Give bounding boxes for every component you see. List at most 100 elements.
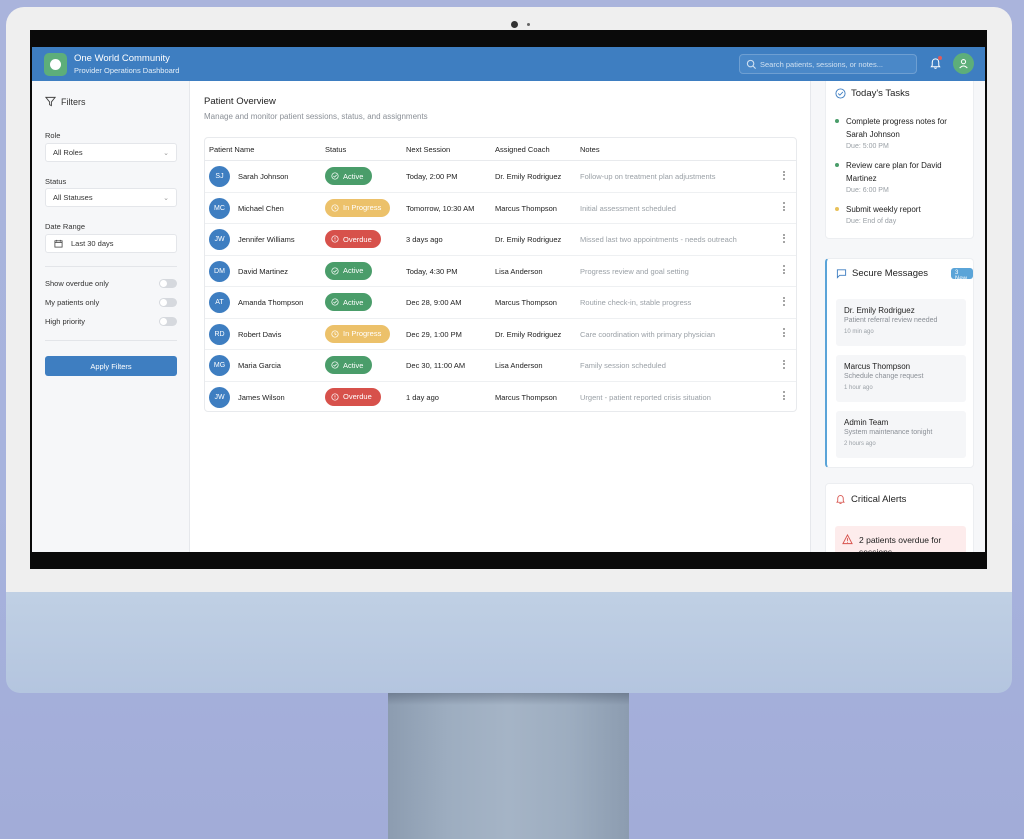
table-row[interactable]: AT Amanda Thompson Active Dec 28, 9:00 AM Ma… [205, 287, 796, 319]
status-select[interactable]: All Statuses ⌄ [45, 188, 177, 207]
page-subtitle: Manage and monitor patient sessions, sta… [204, 112, 428, 121]
apply-filters-button[interactable]: Apply Filters [45, 356, 177, 376]
assigned-coach: Dr. Emily Rodriguez [495, 172, 562, 181]
assigned-coach: Marcus Thompson [495, 392, 557, 402]
task-text: Review care plan for David Martinez [846, 161, 942, 183]
patient-avatar: MC [209, 197, 230, 219]
message-item[interactable]: Admin Team System maintenance tonight 2 ho… [836, 411, 966, 458]
chevron-down-icon: ⌄ [163, 149, 169, 157]
alert-item[interactable]: 2 patients overdue for sessions [835, 526, 966, 552]
column-header[interactable]: Patient Name [209, 145, 254, 154]
assigned-coach: Lisa Anderson [495, 361, 543, 370]
status-text: Overdue [343, 392, 372, 401]
task-item[interactable]: Submit weekly report Due: End of day [835, 203, 970, 227]
toggle-switch[interactable] [159, 298, 177, 307]
more-options-icon[interactable] [781, 327, 787, 339]
task-item[interactable]: Review care plan for David Martinez Due: … [835, 159, 970, 196]
task-status-dot [835, 119, 839, 123]
next-session: Dec 28, 9:00 AM [406, 298, 462, 307]
tasks-card: Today's Tasks Complete progress notes fo… [825, 81, 974, 239]
status-text: Overdue [343, 234, 372, 244]
filter-icon [45, 96, 56, 107]
message-item[interactable]: Marcus Thompson Schedule change request 1 … [836, 355, 966, 402]
notes-text: Routine check-in, stable progress [580, 298, 692, 307]
column-header[interactable]: Notes [580, 145, 600, 154]
patient-name[interactable]: Jennifer Williams [238, 235, 295, 244]
toggle-switch[interactable] [159, 317, 177, 326]
role-select[interactable]: All Roles ⌄ [45, 143, 177, 162]
next-session: 3 days ago [406, 235, 443, 244]
message-subject: Patient referral review needed [844, 317, 938, 324]
message-time: 10 min ago [844, 329, 874, 335]
patient-avatar: SJ [209, 166, 230, 187]
table-row[interactable]: JW Jennifer Williams Overdue 3 days ago Dr. … [205, 224, 796, 256]
table-row[interactable]: MG Maria Garcia Active Dec 30, 11:00 AM Lisa… [205, 350, 796, 382]
next-session: Today, 2:00 PM [406, 172, 458, 181]
patient-avatar: JW [209, 386, 230, 408]
more-options-icon[interactable] [781, 390, 787, 402]
task-item[interactable]: Complete progress notes for Sarah Johnso… [835, 115, 970, 152]
table-row[interactable]: RD Robert Davis In Progress Dec 29, 1:00 PM… [205, 319, 796, 350]
alert-circle-icon [331, 392, 339, 401]
patient-name[interactable]: Amanda Thompson [238, 298, 303, 307]
message-subject: Schedule change request [844, 373, 924, 380]
status-badge: Active [325, 356, 373, 374]
table-row[interactable]: MC Michael Chen In Progress Tomorrow, 10:30… [205, 193, 796, 224]
patient-name[interactable]: Michael Chen [238, 204, 284, 213]
toggle-label: Show overdue only [45, 279, 109, 288]
more-options-icon[interactable] [781, 264, 787, 276]
more-options-icon[interactable] [781, 358, 787, 370]
user-avatar[interactable] [953, 53, 974, 74]
check-circle-icon [835, 88, 846, 99]
patient-name[interactable]: Maria Garcia [238, 361, 281, 370]
check-circle-icon [331, 172, 339, 180]
patient-name[interactable]: David Martinez [238, 267, 288, 276]
status-badge: Active [325, 167, 373, 185]
status-badge: Overdue [325, 387, 381, 406]
table-row[interactable]: JW James Wilson Overdue 1 day ago Marcus Tho… [205, 382, 796, 412]
patient-name[interactable]: Robert Davis [238, 330, 281, 339]
patient-name[interactable]: James Wilson [238, 393, 285, 402]
notes-text: Urgent - patient reported crisis situati… [580, 392, 711, 402]
more-options-icon[interactable] [781, 201, 787, 213]
alert-text: 2 patients overdue for sessions [859, 535, 942, 552]
user-icon [959, 59, 968, 69]
message-icon [836, 269, 847, 279]
more-options-icon[interactable] [781, 295, 787, 307]
app-title: One World Community [74, 53, 170, 64]
toggle-switch[interactable] [159, 279, 177, 288]
messages-card: Secure Messages 3 New Dr. Emily Rodrigue… [825, 258, 974, 468]
date-range-picker[interactable]: Last 30 days [45, 234, 177, 253]
column-header[interactable]: Status [325, 145, 346, 154]
more-options-icon[interactable] [781, 232, 787, 244]
column-header[interactable]: Next Session [406, 145, 450, 154]
assigned-coach: Dr. Emily Rodriguez [495, 235, 562, 244]
clock-icon [331, 203, 339, 212]
patient-avatar: AT [209, 292, 230, 313]
more-options-icon[interactable] [781, 169, 787, 181]
app-screen: One World Community Provider Operations … [32, 47, 985, 552]
alert-circle-icon [331, 235, 339, 243]
next-session: Today, 4:30 PM [406, 266, 458, 276]
toggle-my-patients: My patients only [45, 298, 177, 307]
stand-shadow [388, 693, 629, 705]
table-row[interactable]: DM David Martinez Active Today, 4:30 PM Lisa… [205, 256, 796, 287]
tasks-title: Today's Tasks [851, 88, 910, 99]
filters-header: Filters [45, 96, 86, 107]
patient-name[interactable]: Sarah Johnson [238, 172, 288, 181]
column-header[interactable]: Assigned Coach [495, 145, 550, 154]
message-time: 1 hour ago [844, 385, 873, 391]
message-sender: Dr. Emily Rodriguez [844, 306, 915, 315]
message-sender: Admin Team [844, 418, 889, 427]
filters-panel: Filters Role All Roles ⌄ Status All Stat… [32, 81, 190, 552]
table-row[interactable]: SJ Sarah Johnson Active Today, 2:00 PM Dr. E… [205, 161, 796, 193]
message-item[interactable]: Dr. Emily Rodriguez Patient referral revi… [836, 299, 966, 346]
notes-text: Follow-up on treatment plan adjustments [580, 172, 716, 181]
check-circle-icon [331, 298, 339, 306]
search-input[interactable] [760, 57, 910, 71]
status-badge: Active [325, 293, 373, 311]
task-due: Due: 5:00 PM [846, 143, 889, 150]
message-subject: System maintenance tonight [844, 429, 933, 436]
search-box[interactable] [739, 54, 917, 74]
assigned-coach: Lisa Anderson [495, 266, 543, 276]
